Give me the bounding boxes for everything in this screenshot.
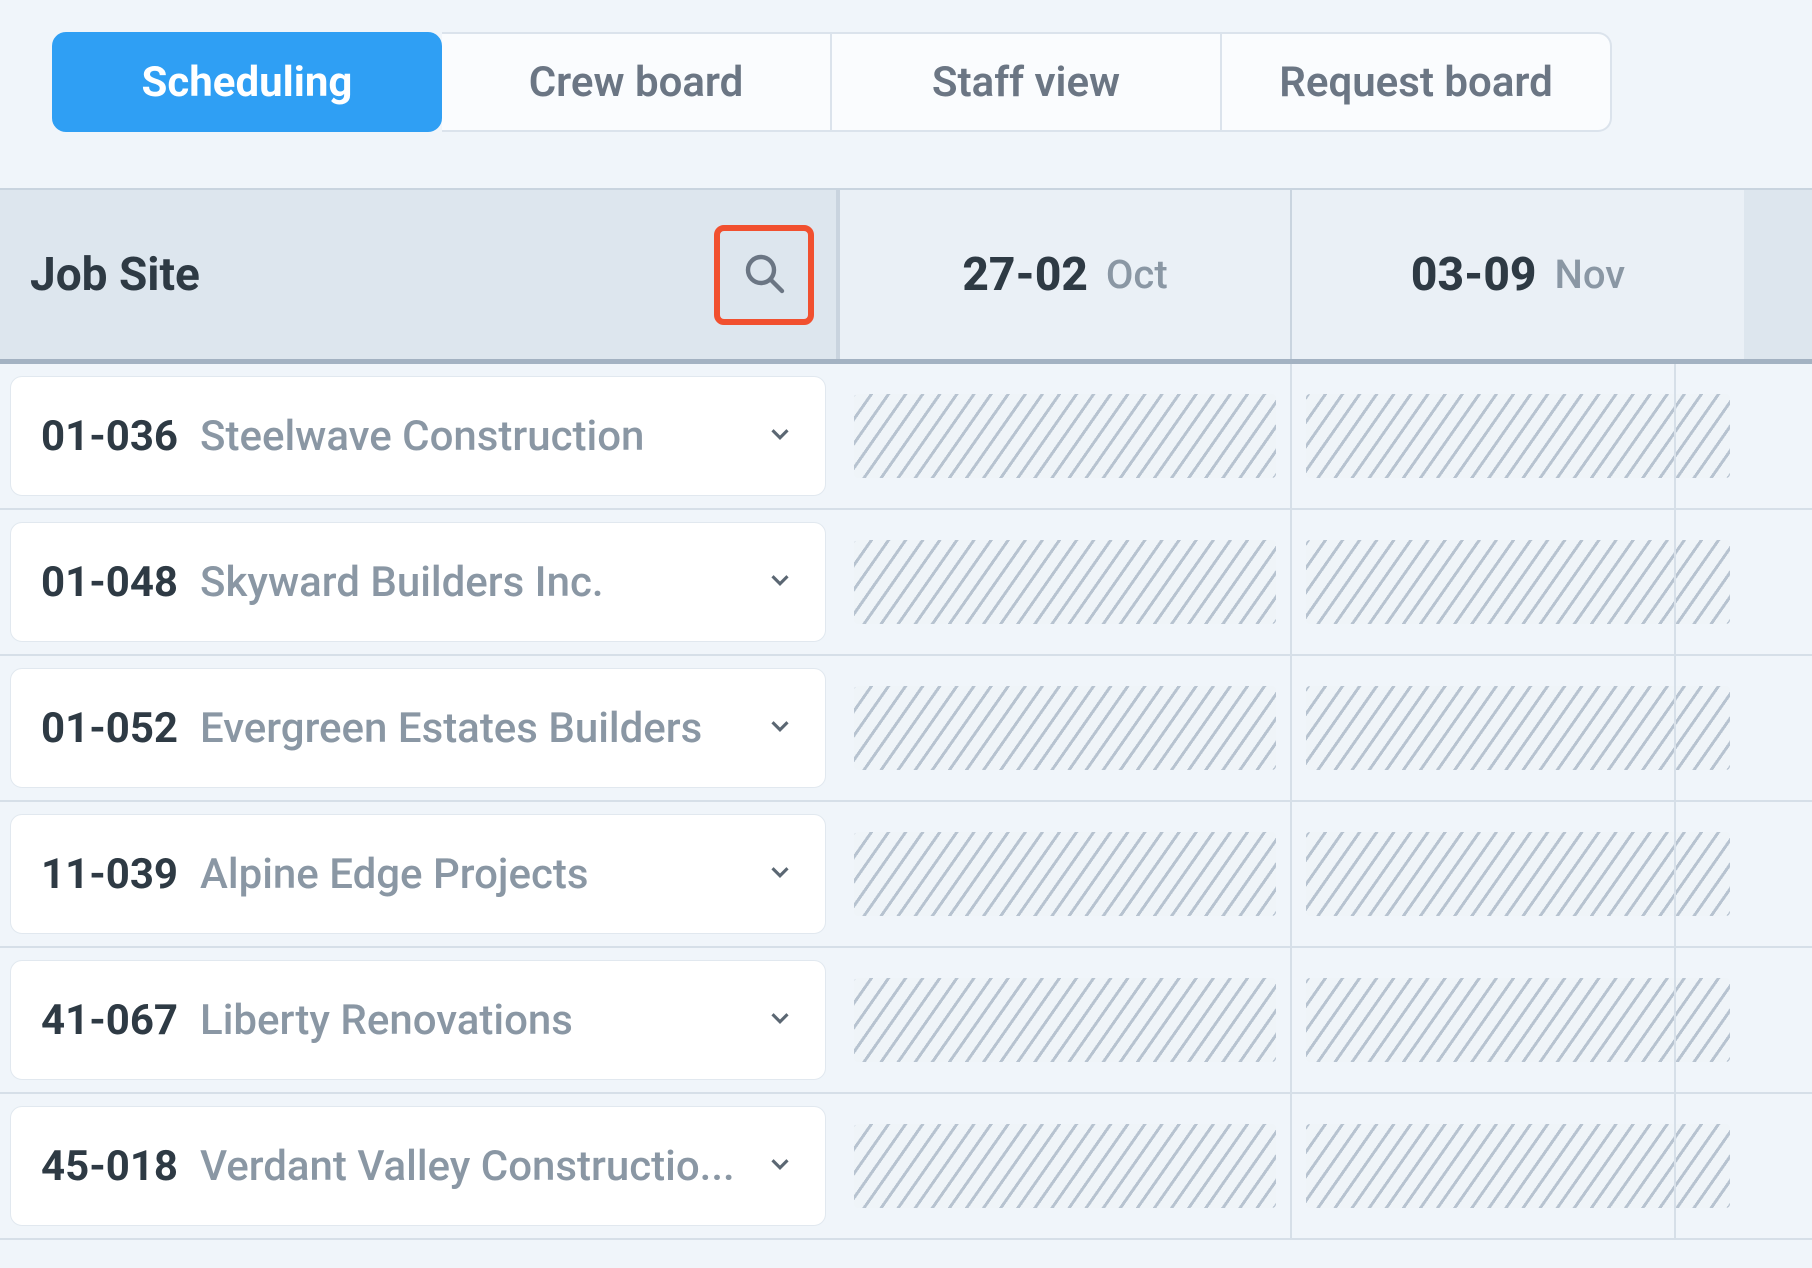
gantt-cell (840, 364, 1292, 508)
gantt-cell (840, 948, 1292, 1092)
chevron-down-icon (765, 565, 795, 599)
job-name: Verdant Valley Constructio... (200, 1142, 747, 1191)
job-row: 01-036 Steelwave Construction (0, 364, 1812, 510)
job-card[interactable]: 01-036 Steelwave Construction (10, 376, 826, 496)
sheet-header: Job Site 27-02 Oct 03-09 Nov (0, 188, 1812, 364)
empty-slot (1306, 540, 1730, 624)
day-divider (1674, 364, 1676, 508)
job-cell: 01-048 Skyward Builders Inc. (0, 510, 840, 654)
job-name: Evergreen Estates Builders (200, 704, 747, 753)
job-name: Alpine Edge Projects (200, 850, 747, 899)
chevron-down-icon (765, 1149, 795, 1183)
gantt-cell (840, 1094, 1292, 1238)
job-row: 01-052 Evergreen Estates Builders (0, 656, 1812, 802)
job-site-title: Job Site (30, 248, 200, 302)
empty-slot (1306, 1124, 1730, 1208)
gantt-cell (840, 510, 1292, 654)
date-column-header-0: 27-02 Oct (840, 190, 1292, 359)
job-cell: 01-052 Evergreen Estates Builders (0, 656, 840, 800)
job-card[interactable]: 45-018 Verdant Valley Constructio... (10, 1106, 826, 1226)
job-rows: 01-036 Steelwave Construction 01-048 Sky… (0, 364, 1812, 1240)
empty-slot (854, 978, 1276, 1062)
chevron-down-icon (765, 1003, 795, 1037)
job-row: 45-018 Verdant Valley Constructio... (0, 1094, 1812, 1240)
day-divider (1674, 1094, 1676, 1238)
day-divider (1674, 510, 1676, 654)
tab-crew-board[interactable]: Crew board (442, 32, 832, 132)
job-code: 01-048 (41, 558, 178, 607)
chevron-down-icon (765, 419, 795, 453)
job-cell: 41-067 Liberty Renovations (0, 948, 840, 1092)
job-site-column-header: Job Site (0, 190, 840, 359)
empty-slot (1306, 832, 1730, 916)
empty-slot (854, 1124, 1276, 1208)
empty-slot (1306, 394, 1730, 478)
tab-label: Crew board (529, 58, 744, 107)
job-code: 41-067 (41, 996, 178, 1045)
view-tabs: Scheduling Crew board Staff view Request… (0, 0, 1812, 132)
tab-label: Scheduling (142, 58, 353, 107)
date-range: 03-09 (1411, 248, 1537, 302)
job-name: Steelwave Construction (200, 412, 747, 461)
empty-slot (854, 540, 1276, 624)
date-month: Oct (1106, 251, 1168, 298)
job-row: 11-039 Alpine Edge Projects (0, 802, 1812, 948)
empty-slot (1306, 686, 1730, 770)
tab-scheduling[interactable]: Scheduling (52, 32, 442, 132)
job-card[interactable]: 41-067 Liberty Renovations (10, 960, 826, 1080)
empty-slot (854, 394, 1276, 478)
chevron-down-icon (765, 857, 795, 891)
tab-label: Request board (1279, 58, 1553, 107)
gantt-cell (1292, 1094, 1744, 1238)
day-divider (1674, 802, 1676, 946)
search-icon (740, 249, 788, 301)
date-month: Nov (1554, 251, 1625, 298)
tab-label: Staff view (932, 58, 1120, 107)
gantt-cell (1292, 364, 1744, 508)
job-card[interactable]: 11-039 Alpine Edge Projects (10, 814, 826, 934)
gantt-cell (1292, 948, 1744, 1092)
empty-slot (854, 832, 1276, 916)
job-code: 01-052 (41, 704, 178, 753)
job-card[interactable]: 01-048 Skyward Builders Inc. (10, 522, 826, 642)
search-button[interactable] (714, 225, 814, 325)
empty-slot (854, 686, 1276, 770)
gantt-cell (840, 656, 1292, 800)
job-cell: 45-018 Verdant Valley Constructio... (0, 1094, 840, 1238)
job-name: Liberty Renovations (200, 996, 747, 1045)
gantt-cell (1292, 802, 1744, 946)
date-column-header-1: 03-09 Nov (1292, 190, 1744, 359)
gantt-cell (1292, 656, 1744, 800)
gantt-cell (840, 802, 1292, 946)
job-code: 01-036 (41, 412, 178, 461)
tab-staff-view[interactable]: Staff view (832, 32, 1222, 132)
chevron-down-icon (765, 711, 795, 745)
job-cell: 01-036 Steelwave Construction (0, 364, 840, 508)
date-range: 27-02 (962, 248, 1088, 302)
gantt-cell (1292, 510, 1744, 654)
empty-slot (1306, 978, 1730, 1062)
day-divider (1674, 656, 1676, 800)
job-row: 01-048 Skyward Builders Inc. (0, 510, 1812, 656)
job-card[interactable]: 01-052 Evergreen Estates Builders (10, 668, 826, 788)
job-row: 41-067 Liberty Renovations (0, 948, 1812, 1094)
job-code: 45-018 (41, 1142, 178, 1191)
job-name: Skyward Builders Inc. (200, 558, 747, 607)
job-code: 11-039 (41, 850, 178, 899)
day-divider (1674, 948, 1676, 1092)
tab-request-board[interactable]: Request board (1222, 32, 1612, 132)
job-cell: 11-039 Alpine Edge Projects (0, 802, 840, 946)
